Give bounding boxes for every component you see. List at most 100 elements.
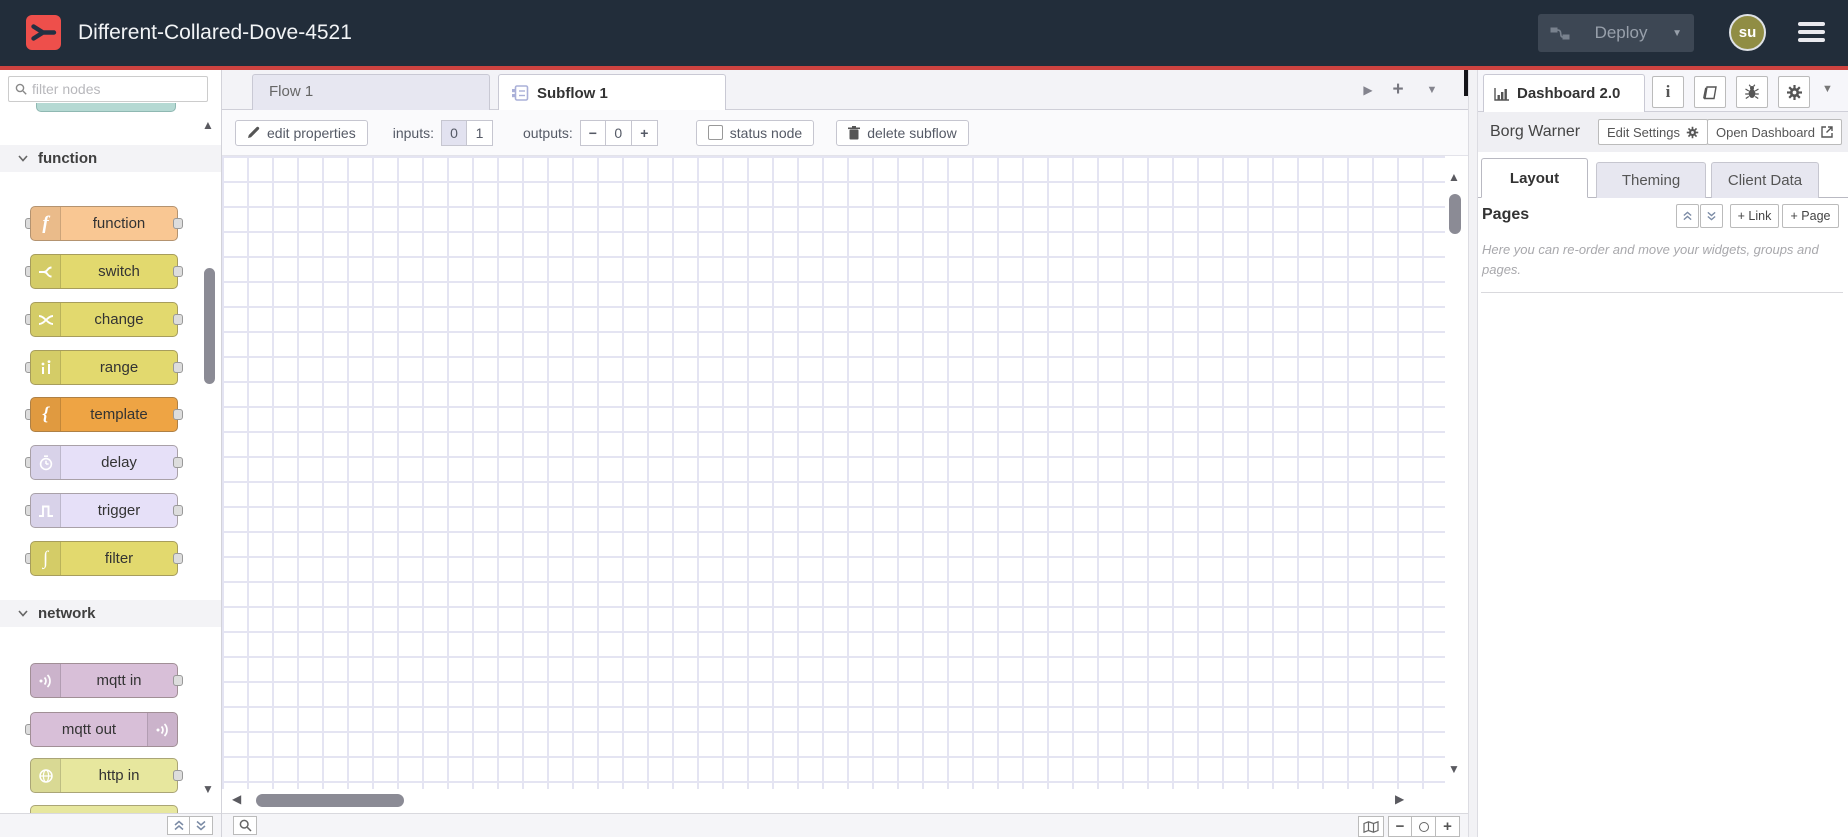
main-menu-button[interactable] [1798,22,1825,46]
sidebar-splitter[interactable] [1468,70,1478,837]
category-label: function [38,150,98,167]
avatar-initials: su [1738,24,1757,41]
node-output-port[interactable] [173,675,183,686]
partially-scrolled-node[interactable] [36,103,176,112]
node-output-port[interactable] [173,362,183,373]
flow-tab-bar: Flow 1 Subflow 1 ▶ + ▼ [222,70,1469,111]
range-icon [31,351,61,384]
palette-node-range[interactable]: range [25,350,183,385]
tab-client-data[interactable]: Client Data [1711,162,1819,198]
node-label: range [99,359,139,376]
category-function[interactable]: function [0,145,221,172]
inputs-option-1[interactable]: 1 [466,119,493,146]
search-flows-button[interactable] [233,816,257,835]
add-page-button[interactable]: + Page [1782,204,1839,228]
palette-node-switch[interactable]: switch [25,254,183,289]
subflow-tab-label: Subflow 1 [537,84,608,102]
palette-expand-all-button[interactable] [190,816,213,835]
tab-theming[interactable]: Theming [1596,162,1706,198]
user-avatar[interactable]: su [1729,14,1766,51]
node-label: delay [101,454,137,471]
palette-filter[interactable] [8,76,208,102]
node-label: change [94,311,144,328]
palette-node-function[interactable]: f function [25,206,183,241]
outputs-value: 0 [605,119,632,146]
palette-node-template[interactable]: { template [25,397,183,432]
canvas-hscrollbar-thumb[interactable] [256,794,404,807]
tab-dashboard-2[interactable]: Dashboard 2.0 [1483,74,1645,112]
category-network[interactable]: network [0,600,221,627]
partially-scrolled-node[interactable] [30,805,178,813]
filter-nodes-input[interactable] [32,81,192,97]
dashboard-header-row: Borg Warner Edit Settings Open Dashboard [1478,112,1848,152]
outputs-increase-button[interactable]: + [631,119,658,146]
node-label: mqtt out [61,721,117,738]
node-output-port[interactable] [173,553,183,564]
open-dashboard-button[interactable]: Open Dashboard [1706,119,1842,145]
debug-button[interactable] [1736,76,1768,108]
search-icon [15,83,27,95]
app-logo-icon [26,15,61,50]
tab-layout[interactable]: Layout [1481,158,1588,198]
sidebar-menu-caret-icon[interactable]: ▼ [1822,83,1833,95]
zoom-reset-button[interactable] [1412,816,1436,837]
move-down-button[interactable] [1700,204,1723,228]
settings-button[interactable] [1778,76,1810,108]
zoom-in-button[interactable]: + [1436,816,1460,837]
canvas-grid[interactable] [222,156,1445,789]
deploy-button[interactable]: Deploy ▼ [1538,14,1694,52]
inputs-option-0[interactable]: 0 [440,119,467,146]
deploy-caret-icon[interactable]: ▼ [1672,28,1682,39]
sidebar-tab-bar: Dashboard 2.0 i ▼ [1478,70,1848,112]
edit-settings-label: Edit Settings [1607,124,1680,140]
edit-properties-button[interactable]: edit properties [235,119,368,146]
palette-node-http-in[interactable]: http in [25,758,183,793]
edit-settings-button[interactable]: Edit Settings [1598,119,1708,145]
scroll-down-icon[interactable]: ▼ [202,782,214,796]
scroll-up-icon[interactable]: ▲ [202,118,214,132]
zoom-out-button[interactable]: − [1388,816,1412,837]
info-button[interactable]: i [1652,76,1684,108]
node-output-port[interactable] [173,457,183,468]
dashboard-subtabs: Layout Theming Client Data [1478,158,1848,198]
palette-scrollbar-thumb[interactable] [204,268,215,384]
node-label: filter [104,550,134,567]
canvas-scroll-down-icon[interactable]: ▼ [1448,762,1460,776]
palette-node-change[interactable]: change [25,302,183,337]
palette-node-filter[interactable]: ∫ filter [25,541,183,576]
bar-chart-icon [1494,87,1509,101]
outputs-decrease-button[interactable]: − [579,119,606,146]
help-docs-button[interactable] [1694,76,1726,108]
move-up-button[interactable] [1676,204,1699,228]
tab-flow-1[interactable]: Flow 1 [252,74,490,110]
palette-node-mqtt-in[interactable]: mqtt in [25,663,183,698]
minimap-button[interactable] [1358,816,1384,837]
chevron-down-icon [18,155,28,162]
node-label: function [92,215,146,232]
deploy-label: Deploy [1594,23,1648,42]
status-node-button[interactable]: status node [695,119,815,146]
palette-node-trigger[interactable]: trigger [25,493,183,528]
canvas-scroll-right-icon[interactable]: ▶ [1395,792,1404,806]
add-link-button[interactable]: + Link [1730,204,1779,228]
next-tab-icon[interactable]: ▶ [1358,70,1378,110]
node-output-port[interactable] [173,266,183,277]
canvas-scroll-up-icon[interactable]: ▲ [1448,170,1460,184]
node-output-port[interactable] [173,505,183,516]
node-output-port[interactable] [173,770,183,781]
node-output-port[interactable] [173,218,183,229]
node-output-port[interactable] [173,409,183,420]
section-divider [1481,292,1843,293]
palette-node-delay[interactable]: delay [25,445,183,480]
delete-subflow-button[interactable]: delete subflow [836,119,969,146]
canvas-vscrollbar-thumb[interactable] [1449,194,1461,234]
node-output-port[interactable] [173,314,183,325]
add-flow-icon[interactable]: + [1388,70,1408,110]
flow-list-caret-icon[interactable]: ▼ [1422,70,1442,110]
canvas-scroll-left-icon[interactable]: ◀ [232,792,241,806]
palette-node-mqtt-out[interactable]: mqtt out [25,712,183,747]
tab-subflow-1[interactable]: Subflow 1 [498,74,726,111]
node-label: mqtt in [96,672,142,689]
palette-collapse-all-button[interactable] [167,816,190,835]
status-node-checkbox[interactable] [707,125,723,140]
